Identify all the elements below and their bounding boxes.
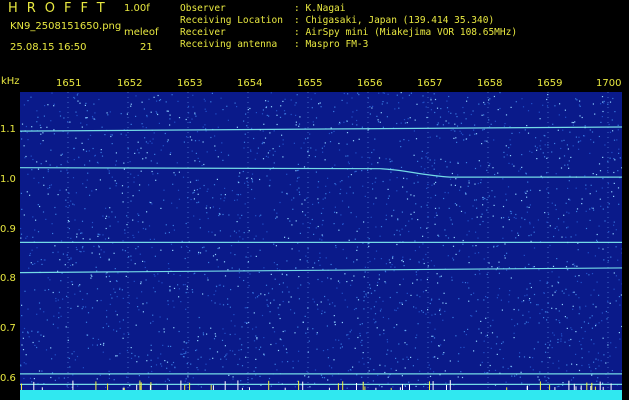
info-value: : AirSpy mini (Miakejima VOR 108.65MHz) bbox=[294, 27, 518, 38]
y-tick-label: 0.7 bbox=[0, 323, 16, 334]
info-key: Receiving Location bbox=[180, 15, 283, 26]
info-value: : Chigasaki, Japan (139.414 35.340) bbox=[294, 15, 495, 26]
x-tick-label: 1659 bbox=[537, 78, 563, 89]
version-label: 1.00f bbox=[124, 3, 150, 14]
info-key: Receiving antenna bbox=[180, 39, 278, 50]
app-title: HROFFT bbox=[8, 1, 114, 16]
y-tick-label: 1.0 bbox=[0, 174, 16, 185]
info-row-observer: Observer : K.Nagai bbox=[180, 3, 517, 15]
x-tick-label: 1657 bbox=[417, 78, 443, 89]
info-row-antenna: Receiving antenna : Maspro FM-3 bbox=[180, 39, 517, 51]
x-tick-label: 1655 bbox=[297, 78, 323, 89]
baseline-bar bbox=[20, 390, 622, 400]
y-tick-label: 0.6 bbox=[0, 373, 16, 384]
info-value: : K.Nagai bbox=[294, 3, 346, 14]
x-tick-label: 1653 bbox=[177, 78, 203, 89]
x-tick-label: 1658 bbox=[477, 78, 503, 89]
spectrogram-background bbox=[20, 92, 622, 400]
header-panel: HROFFT 1.00f KN9_2508151650.png meleof 2… bbox=[0, 0, 629, 76]
x-tick-label: 1654 bbox=[237, 78, 263, 89]
x-tick-label: 1651 bbox=[56, 78, 82, 89]
info-row-location: Receiving Location : Chigasaki, Japan (1… bbox=[180, 15, 517, 27]
x-tick-label: 1652 bbox=[117, 78, 143, 89]
count-label: 21 bbox=[140, 42, 153, 53]
y-tick-label: 0.8 bbox=[0, 273, 16, 284]
y-tick-label: 1.1 bbox=[0, 124, 16, 135]
y-tick-label: 0.9 bbox=[0, 224, 16, 235]
filename-label: KN9_2508151650.png bbox=[10, 21, 122, 32]
info-row-receiver: Receiver : AirSpy mini (Miakejima VOR 10… bbox=[180, 27, 517, 39]
station-info: Observer : K.Nagai Receiving Location : … bbox=[180, 3, 517, 51]
info-key: Observer bbox=[180, 3, 226, 14]
datetime-label: 25.08.15 16:50 bbox=[10, 42, 87, 53]
x-tick-label: 1700 bbox=[596, 78, 622, 89]
x-tick-label: 1656 bbox=[357, 78, 383, 89]
mode-label: meleof bbox=[124, 27, 159, 38]
info-key: Receiver bbox=[180, 27, 226, 38]
y-axis-unit: kHz bbox=[1, 76, 20, 87]
x-axis-ticks: 1651 1652 1653 1654 1655 1656 1657 1658 … bbox=[20, 78, 622, 92]
spectrogram bbox=[20, 92, 622, 400]
info-value: : Maspro FM-3 bbox=[294, 39, 369, 50]
